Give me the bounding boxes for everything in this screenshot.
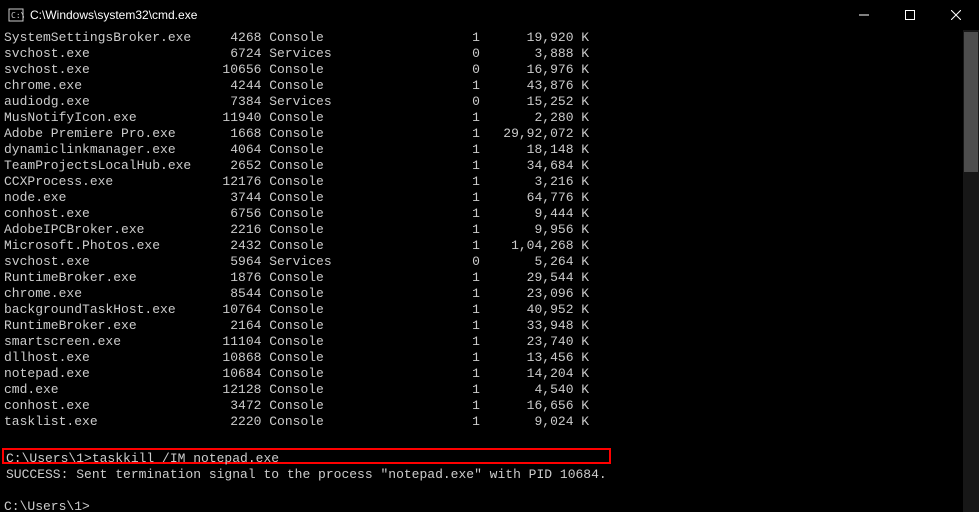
process-row: conhost.exe 6756 Console 1 9,444 K	[4, 206, 979, 222]
process-row: notepad.exe 10684 Console 1 14,204 K	[4, 366, 979, 382]
prompt-text: C:\Users\1>	[4, 499, 90, 512]
maximize-button[interactable]	[887, 0, 933, 30]
process-row: CCXProcess.exe 12176 Console 1 3,216 K	[4, 174, 979, 190]
scrollbar-thumb[interactable]	[964, 32, 978, 172]
process-row: tasklist.exe 2220 Console 1 9,024 K	[4, 414, 979, 430]
svg-text:C:\: C:\	[11, 11, 24, 20]
terminal-viewport[interactable]: SystemSettingsBroker.exe 4268 Console 1 …	[0, 30, 979, 512]
process-row: chrome.exe 4244 Console 1 43,876 K	[4, 78, 979, 94]
process-row: dynamiclinkmanager.exe 4064 Console 1 18…	[4, 142, 979, 158]
process-row: SystemSettingsBroker.exe 4268 Console 1 …	[4, 30, 979, 46]
terminal-output[interactable]: SystemSettingsBroker.exe 4268 Console 1 …	[0, 30, 979, 512]
process-row: TeamProjectsLocalHub.exe 2652 Console 1 …	[4, 158, 979, 174]
process-row: AdobeIPCBroker.exe 2216 Console 1 9,956 …	[4, 222, 979, 238]
close-button[interactable]	[933, 0, 979, 30]
process-row: backgroundTaskHost.exe 10764 Console 1 4…	[4, 302, 979, 318]
process-row: RuntimeBroker.exe 1876 Console 1 29,544 …	[4, 270, 979, 286]
process-row: dllhost.exe 10868 Console 1 13,456 K	[4, 350, 979, 366]
process-row: MusNotifyIcon.exe 11940 Console 1 2,280 …	[4, 110, 979, 126]
window-title: C:\Windows\system32\cmd.exe	[30, 8, 197, 22]
cmd-window: C:\ C:\Windows\system32\cmd.exe SystemSe…	[0, 0, 979, 512]
process-row: cmd.exe 12128 Console 1 4,540 K	[4, 382, 979, 398]
process-row: Adobe Premiere Pro.exe 1668 Console 1 29…	[4, 126, 979, 142]
process-row: svchost.exe 10656 Console 0 16,976 K	[4, 62, 979, 78]
maximize-icon	[905, 10, 915, 20]
cmd-icon: C:\	[8, 7, 24, 23]
command-line: C:\Users\1>taskkill /IM notepad.exe	[6, 451, 607, 467]
titlebar[interactable]: C:\ C:\Windows\system32\cmd.exe	[0, 0, 979, 30]
process-row: conhost.exe 3472 Console 1 16,656 K	[4, 398, 979, 414]
command-result: SUCCESS: Sent termination signal to the …	[6, 467, 607, 483]
vertical-scrollbar[interactable]	[963, 30, 979, 512]
process-row: svchost.exe 6724 Services 0 3,888 K	[4, 46, 979, 62]
command-highlight: C:\Users\1>taskkill /IM notepad.exeSUCCE…	[2, 448, 611, 464]
process-row: node.exe 3744 Console 1 64,776 K	[4, 190, 979, 206]
process-row: RuntimeBroker.exe 2164 Console 1 33,948 …	[4, 318, 979, 334]
process-row: audiodg.exe 7384 Services 0 15,252 K	[4, 94, 979, 110]
minimize-icon	[859, 10, 869, 20]
process-row: chrome.exe 8544 Console 1 23,096 K	[4, 286, 979, 302]
prompt-line[interactable]: C:\Users\1>	[4, 499, 979, 512]
close-icon	[951, 10, 961, 20]
process-row: smartscreen.exe 11104 Console 1 23,740 K	[4, 334, 979, 350]
minimize-button[interactable]	[841, 0, 887, 30]
process-row: svchost.exe 5964 Services 0 5,264 K	[4, 254, 979, 270]
process-row: Microsoft.Photos.exe 2432 Console 1 1,04…	[4, 238, 979, 254]
